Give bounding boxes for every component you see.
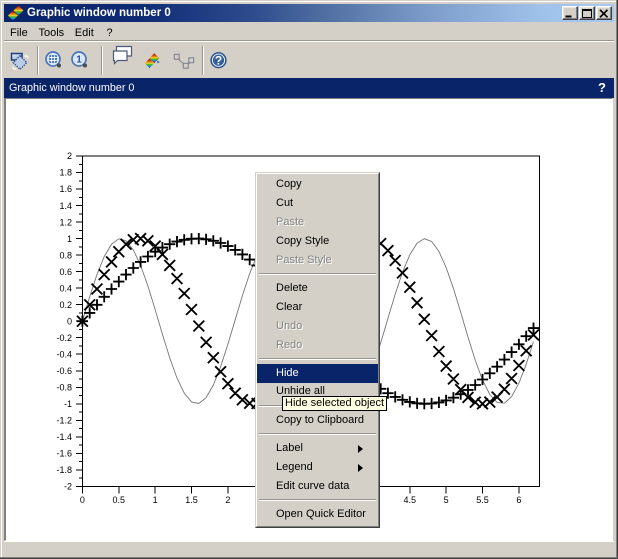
svg-text:-1.2: -1.2: [56, 416, 72, 426]
svg-text:1.5: 1.5: [185, 495, 198, 505]
svg-text:4.5: 4.5: [404, 495, 417, 505]
svg-text:2: 2: [67, 151, 72, 161]
svg-text:0.2: 0.2: [59, 300, 72, 310]
svg-text:0.4: 0.4: [59, 283, 72, 293]
svg-text:6: 6: [516, 495, 521, 505]
svg-text:-1.8: -1.8: [56, 465, 72, 475]
svg-text:0.8: 0.8: [59, 250, 72, 260]
svg-text:1.4: 1.4: [59, 201, 72, 211]
svg-text:1: 1: [67, 234, 72, 244]
svg-text:0.6: 0.6: [59, 267, 72, 277]
svg-text:-1.4: -1.4: [56, 432, 72, 442]
svg-text:-0.2: -0.2: [56, 333, 72, 343]
svg-text:-1: -1: [64, 399, 72, 409]
svg-text:1.8: 1.8: [59, 168, 72, 178]
svg-text:-1.6: -1.6: [56, 449, 72, 459]
svg-text:0.5: 0.5: [113, 495, 126, 505]
svg-text:-2: -2: [64, 482, 72, 492]
svg-text:2: 2: [225, 495, 230, 505]
svg-text:1: 1: [76, 55, 82, 66]
svg-text:1: 1: [153, 495, 158, 505]
svg-text:5: 5: [444, 495, 449, 505]
svg-text:1.6: 1.6: [59, 184, 72, 194]
svg-text:?: ?: [215, 54, 222, 68]
svg-text:1.2: 1.2: [59, 217, 72, 227]
svg-text:5.5: 5.5: [476, 495, 489, 505]
svg-text:0: 0: [80, 495, 85, 505]
svg-text:-0.4: -0.4: [56, 349, 72, 359]
svg-text:0: 0: [67, 316, 72, 326]
svg-text:-0.6: -0.6: [56, 366, 72, 376]
svg-text:-0.8: -0.8: [56, 383, 72, 393]
